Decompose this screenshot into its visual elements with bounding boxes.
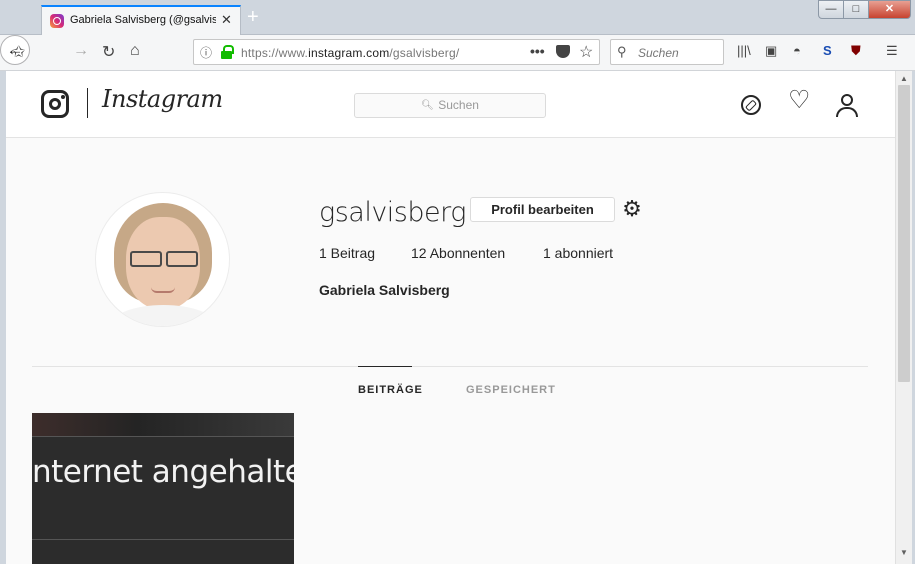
instagram-page: Instagram 🔍︎ Suchen ♡ gsalvisberg Profil… bbox=[6, 71, 895, 564]
browser-navbar: ✩ ← → ↻ ⌂ ⓘ https://www.instagram.com/gs… bbox=[0, 35, 915, 71]
url-prefix: https://www. bbox=[241, 46, 309, 60]
url-host: instagram.com bbox=[308, 46, 390, 60]
profile-full-name: Gabriela Salvisberg bbox=[319, 282, 450, 298]
browser-search-input[interactable]: ⚲ Suchen bbox=[610, 39, 724, 65]
instagram-wordmark[interactable]: Instagram bbox=[102, 85, 223, 113]
stat-following[interactable]: 1 abonniert bbox=[543, 245, 613, 261]
search-icon: ⚲ bbox=[617, 44, 627, 59]
pocket-icon[interactable] bbox=[556, 45, 570, 58]
url-bar[interactable]: ⓘ https://www.instagram.com/gsalvisberg/… bbox=[193, 39, 600, 65]
instagram-favicon-icon bbox=[50, 14, 64, 28]
home-icon[interactable]: ⌂ bbox=[130, 42, 140, 60]
mask-extension-icon[interactable]: ◓ bbox=[793, 43, 801, 58]
compass-icon[interactable] bbox=[741, 95, 761, 115]
instagram-header: Instagram 🔍︎ Suchen ♡ bbox=[6, 71, 895, 138]
instagram-search-input[interactable]: 🔍︎ Suchen bbox=[354, 93, 546, 118]
bookmark-star-icon[interactable]: ☆ bbox=[579, 42, 593, 62]
library-icon[interactable]: |||\ bbox=[737, 43, 751, 58]
site-info-icon[interactable]: ⓘ bbox=[200, 44, 212, 61]
window-close-button[interactable]: ✕ bbox=[868, 0, 911, 19]
avatar-mouth bbox=[151, 287, 175, 293]
thumbnail-text: nternet angehalten bbox=[32, 454, 294, 490]
heart-icon[interactable]: ♡ bbox=[788, 88, 810, 113]
new-tab-button[interactable]: + bbox=[247, 6, 259, 29]
scroll-thumb[interactable] bbox=[898, 85, 910, 382]
s-extension-icon[interactable]: S bbox=[823, 43, 832, 58]
thumbnail-line bbox=[32, 539, 294, 540]
arrow-right-icon[interactable]: → bbox=[73, 42, 89, 60]
gear-teeth: ⚙ bbox=[622, 196, 642, 221]
avatar-shirt bbox=[111, 305, 216, 326]
sidebar-icon[interactable]: ▣ bbox=[765, 43, 777, 59]
stat-followers[interactable]: 12 Abonnenten bbox=[411, 245, 505, 261]
tab-saved[interactable]: GESPEICHERT bbox=[466, 384, 556, 396]
page-actions-icon[interactable]: ••• bbox=[530, 43, 545, 59]
reload-icon[interactable]: ↻ bbox=[102, 42, 115, 62]
browser-tab-instagram[interactable]: Gabriela Salvisberg (@gsalvisb ✕ bbox=[41, 5, 241, 36]
url-text[interactable]: https://www.instagram.com/gsalvisberg/ bbox=[241, 46, 459, 60]
tab-posts[interactable]: BEITRÄGE bbox=[358, 384, 423, 396]
person-icon[interactable] bbox=[836, 94, 858, 117]
ublock-icon[interactable]: ⛊ bbox=[851, 43, 861, 59]
search-placeholder: Suchen bbox=[638, 46, 679, 60]
avatar[interactable] bbox=[95, 192, 230, 327]
instagram-logo-icon[interactable] bbox=[41, 90, 69, 118]
instagram-search-placeholder: Suchen bbox=[438, 98, 479, 112]
thumbnail-top-band bbox=[32, 413, 294, 437]
profile-username: gsalvisberg bbox=[319, 197, 466, 228]
tab-close-icon[interactable]: ✕ bbox=[221, 12, 232, 28]
search-icon: 🔍︎ bbox=[421, 100, 434, 111]
gear-icon[interactable]: ⚙ bbox=[621, 198, 643, 220]
post-thumbnail[interactable]: nternet angehalten bbox=[32, 413, 294, 564]
browser-titlebar: Gabriela Salvisberg (@gsalvisb ✕ + — □ ✕ bbox=[0, 0, 915, 36]
tab-active-indicator bbox=[358, 366, 412, 367]
stat-posts: 1 Beitrag bbox=[319, 245, 376, 261]
scroll-down-icon[interactable]: ▼ bbox=[900, 548, 908, 557]
bookmark-sidebar-icon[interactable]: ✩ bbox=[12, 42, 25, 62]
scroll-up-icon[interactable]: ▲ bbox=[900, 74, 908, 83]
window-maximize-button[interactable]: □ bbox=[843, 0, 869, 19]
lock-icon bbox=[221, 45, 234, 59]
avatar-glasses bbox=[130, 251, 198, 267]
edit-profile-button[interactable]: Profil bearbeiten bbox=[470, 197, 615, 222]
window-minimize-button[interactable]: — bbox=[818, 0, 844, 19]
tab-title: Gabriela Salvisberg (@gsalvisb bbox=[70, 14, 216, 26]
menu-icon[interactable]: ☰ bbox=[886, 43, 898, 59]
header-divider bbox=[87, 88, 88, 118]
tabs-divider bbox=[32, 366, 868, 367]
page-scrollbar[interactable]: ▲ ▼ bbox=[895, 71, 912, 564]
url-path: /gsalvisberg/ bbox=[389, 46, 460, 60]
